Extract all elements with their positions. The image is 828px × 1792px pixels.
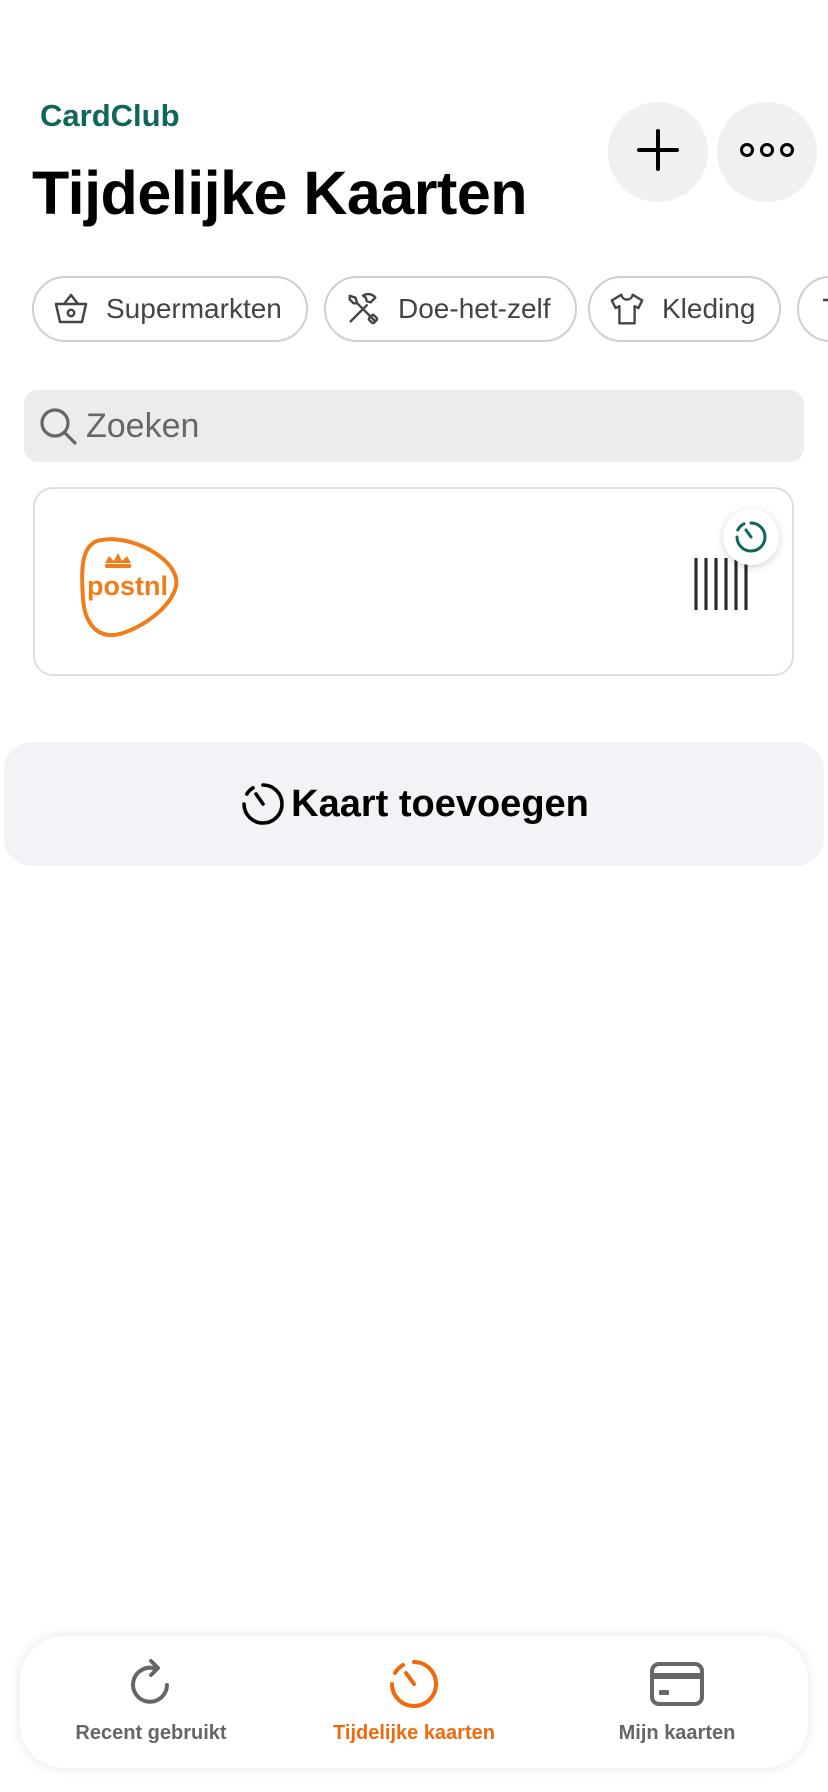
search-bar[interactable] [24, 390, 804, 462]
shirt-icon [608, 290, 646, 328]
tab-recent-gebruikt[interactable]: Recent gebruikt [20, 1636, 282, 1768]
add-card-button[interactable]: Kaart toevoegen [4, 742, 824, 866]
chip-label: Supermarkten [106, 293, 282, 324]
chip-doe-het-zelf[interactable]: Doe-het-zelf [324, 276, 577, 342]
chip-label: Kleding [662, 293, 756, 324]
tab-tijdelijke-kaarten[interactable]: Tijdelijke kaarten [283, 1636, 545, 1768]
chip-supermarkten[interactable]: Supermarkten [32, 276, 308, 342]
chip-more[interactable] [797, 276, 828, 342]
search-input[interactable] [84, 405, 768, 447]
card-postnl[interactable]: postnl [33, 487, 794, 676]
postnl-logo: postnl [75, 529, 185, 644]
plus-icon [636, 128, 680, 177]
barcode-icon [692, 556, 750, 617]
timer-icon [239, 780, 287, 828]
add-card-label: Kaart toevoegen [291, 782, 589, 825]
chip-kleding[interactable]: Kleding [588, 276, 782, 342]
tools-icon [344, 290, 382, 328]
ellipsis-icon [739, 142, 795, 163]
tab-label: Tijdelijke kaarten [333, 1722, 495, 1744]
svg-text:postnl: postnl [87, 571, 168, 601]
category-chips: Supermarkten Doe-het-zelf Kleding [0, 276, 828, 346]
tab-mijn-kaarten[interactable]: Mijn kaarten [546, 1636, 808, 1768]
basket-icon [52, 290, 90, 328]
app-name: CardClub [40, 98, 180, 133]
chip-label: Doe-het-zelf [398, 293, 551, 324]
add-button[interactable] [608, 102, 708, 202]
card-icon [649, 1656, 705, 1712]
page-title: Tijdelijke Kaarten [32, 159, 528, 227]
timer-icon [386, 1656, 442, 1712]
timer-badge [723, 509, 779, 565]
partial-category-icon [817, 290, 828, 328]
more-options-button[interactable] [717, 102, 817, 202]
tab-bar: Recent gebruikt Tijdelijke kaarten Mijn … [20, 1636, 808, 1768]
search-icon [36, 404, 80, 448]
tab-label: Mijn kaarten [618, 1722, 736, 1744]
refresh-icon [123, 1656, 179, 1712]
tab-label: Recent gebruikt [75, 1722, 227, 1744]
